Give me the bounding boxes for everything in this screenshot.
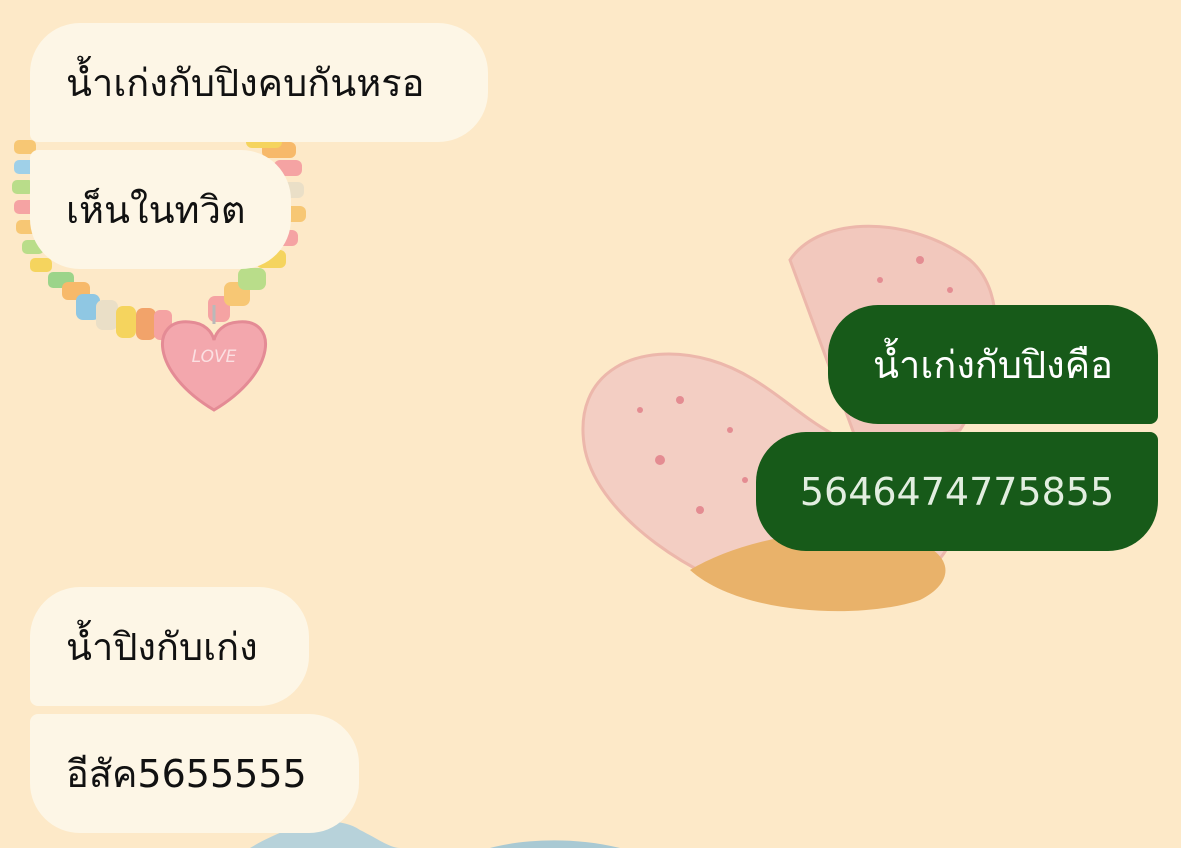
outgoing-message[interactable]: น้ำเก่งกับปิงคือ <box>828 305 1158 424</box>
outgoing-message[interactable]: 5646474775855 <box>756 432 1158 551</box>
chat-thread: น้ำเก่งกับปิงคบกันหรอ เห็นในทวิต น้ำเก่ง… <box>0 0 1181 848</box>
incoming-message[interactable]: อีสัค5655555 <box>30 714 359 833</box>
incoming-message[interactable]: น้ำเก่งกับปิงคบกันหรอ <box>30 23 488 142</box>
incoming-message[interactable]: เห็นในทวิต <box>30 150 291 269</box>
message-text: 5646474775855 <box>799 469 1115 514</box>
incoming-message[interactable]: น้ำปิงกับเก่ง <box>30 587 309 706</box>
